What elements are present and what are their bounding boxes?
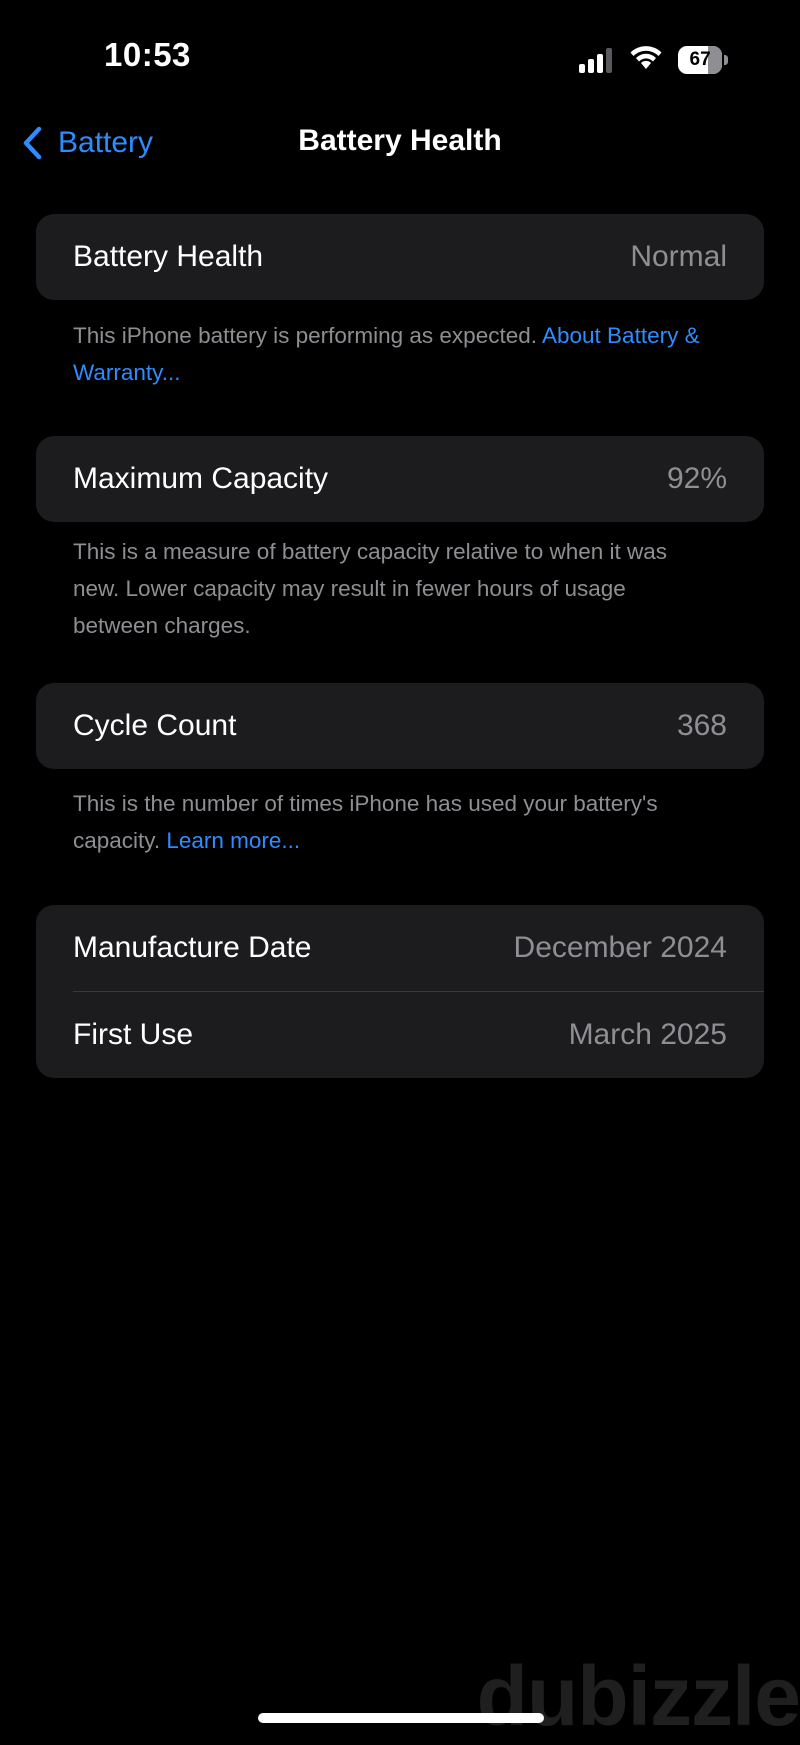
- dubizzle-watermark: dubizzle: [476, 1649, 800, 1743]
- status-icons: 67: [576, 44, 728, 75]
- cycle-count-label: Cycle Count: [73, 709, 237, 742]
- cycle-count-footnote: This is the number of times iPhone has u…: [73, 785, 713, 859]
- maximum-capacity-label: Maximum Capacity: [73, 462, 329, 495]
- battery-icon: 67: [678, 45, 728, 74]
- signal-icon: [576, 47, 612, 73]
- page-title: Battery Health: [298, 124, 502, 157]
- manufacture-date-value: December 2024: [513, 931, 727, 964]
- home-indicator[interactable]: [258, 1713, 544, 1723]
- battery-health-row: Battery Health Normal: [36, 214, 764, 300]
- battery-dates-card: Manufacture Date December 2024 First Use…: [36, 905, 764, 1078]
- battery-health-footnote: This iPhone battery is performing as exp…: [73, 317, 713, 391]
- manufacture-date-label: Manufacture Date: [73, 931, 312, 964]
- cycle-count-footnote-text: This is the number of times iPhone has u…: [73, 791, 658, 853]
- first-use-row: First Use March 2025: [36, 992, 764, 1078]
- cycle-count-value: 368: [676, 709, 727, 742]
- battery-health-label: Battery Health: [73, 240, 264, 273]
- first-use-value: March 2025: [568, 1018, 727, 1051]
- learn-more-link[interactable]: Learn more...: [166, 828, 300, 853]
- status-time: 10:53: [104, 36, 191, 73]
- battery-level-indicator: 67: [678, 45, 723, 74]
- manufacture-date-row: Manufacture Date December 2024: [36, 905, 764, 991]
- battery-level-text: 67: [689, 48, 711, 70]
- first-use-label: First Use: [73, 1018, 193, 1051]
- status-bar: 10:53 67: [0, 0, 800, 118]
- battery-health-value: Normal: [630, 240, 727, 273]
- cycle-count-card: Cycle Count 368: [36, 683, 764, 769]
- wifi-icon: [628, 44, 664, 75]
- battery-health-footnote-text: This iPhone battery is performing as exp…: [73, 323, 542, 348]
- maximum-capacity-footnote: This is a measure of battery capacity re…: [73, 539, 668, 638]
- maximum-capacity-card: Maximum Capacity 92%: [36, 436, 764, 522]
- battery-health-card: Battery Health Normal: [36, 214, 764, 300]
- cycle-count-row: Cycle Count 368: [36, 683, 764, 769]
- maximum-capacity-value: 92%: [666, 462, 727, 495]
- maximum-capacity-row: Maximum Capacity 92%: [36, 436, 764, 522]
